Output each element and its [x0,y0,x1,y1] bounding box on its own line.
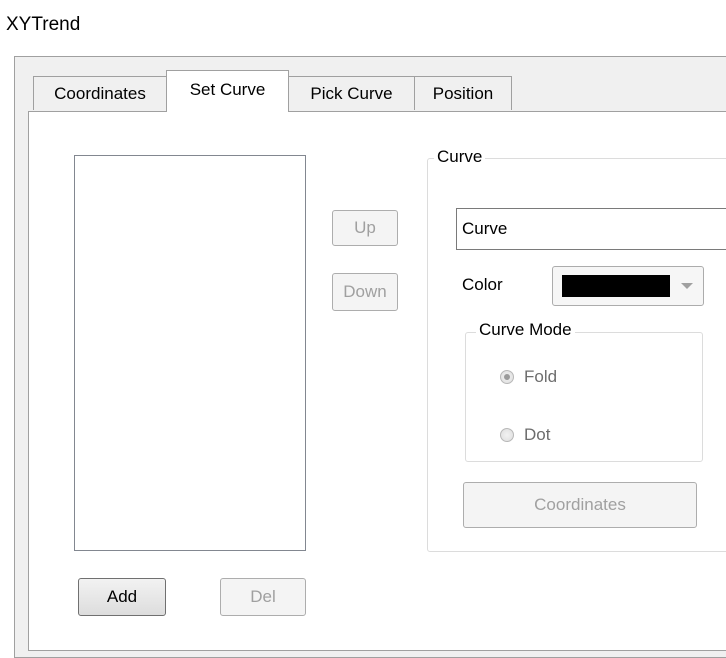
tab-position[interactable]: Position [414,76,512,110]
dot-radio-option[interactable]: Dot [500,425,550,445]
window-title: XYTrend [6,14,81,35]
down-button[interactable]: Down [332,273,398,311]
color-swatch [562,275,670,297]
curve-groupbox-legend: Curve [434,147,486,167]
color-label: Color [462,275,503,294]
chevron-down-icon [681,283,693,289]
dot-radio-button[interactable] [500,428,514,442]
tab-set-curve[interactable]: Set Curve [166,70,289,112]
add-button[interactable]: Add [78,578,166,616]
del-button[interactable]: Del [220,578,306,616]
coordinates-button[interactable]: Coordinates [463,482,697,528]
fold-radio-label: Fold [524,367,558,386]
curve-listbox[interactable] [74,155,306,551]
curve-name-input[interactable]: Curve [456,208,726,250]
fold-radio-button[interactable] [500,370,514,384]
color-dropdown[interactable] [552,266,704,306]
fold-radio-option[interactable]: Fold [500,367,557,387]
tab-coordinates[interactable]: Coordinates [33,76,167,110]
curve-mode-legend: Curve Mode [476,320,575,340]
up-button[interactable]: Up [332,210,398,246]
dot-radio-label: Dot [524,425,551,444]
tab-pick-curve[interactable]: Pick Curve [288,76,415,110]
